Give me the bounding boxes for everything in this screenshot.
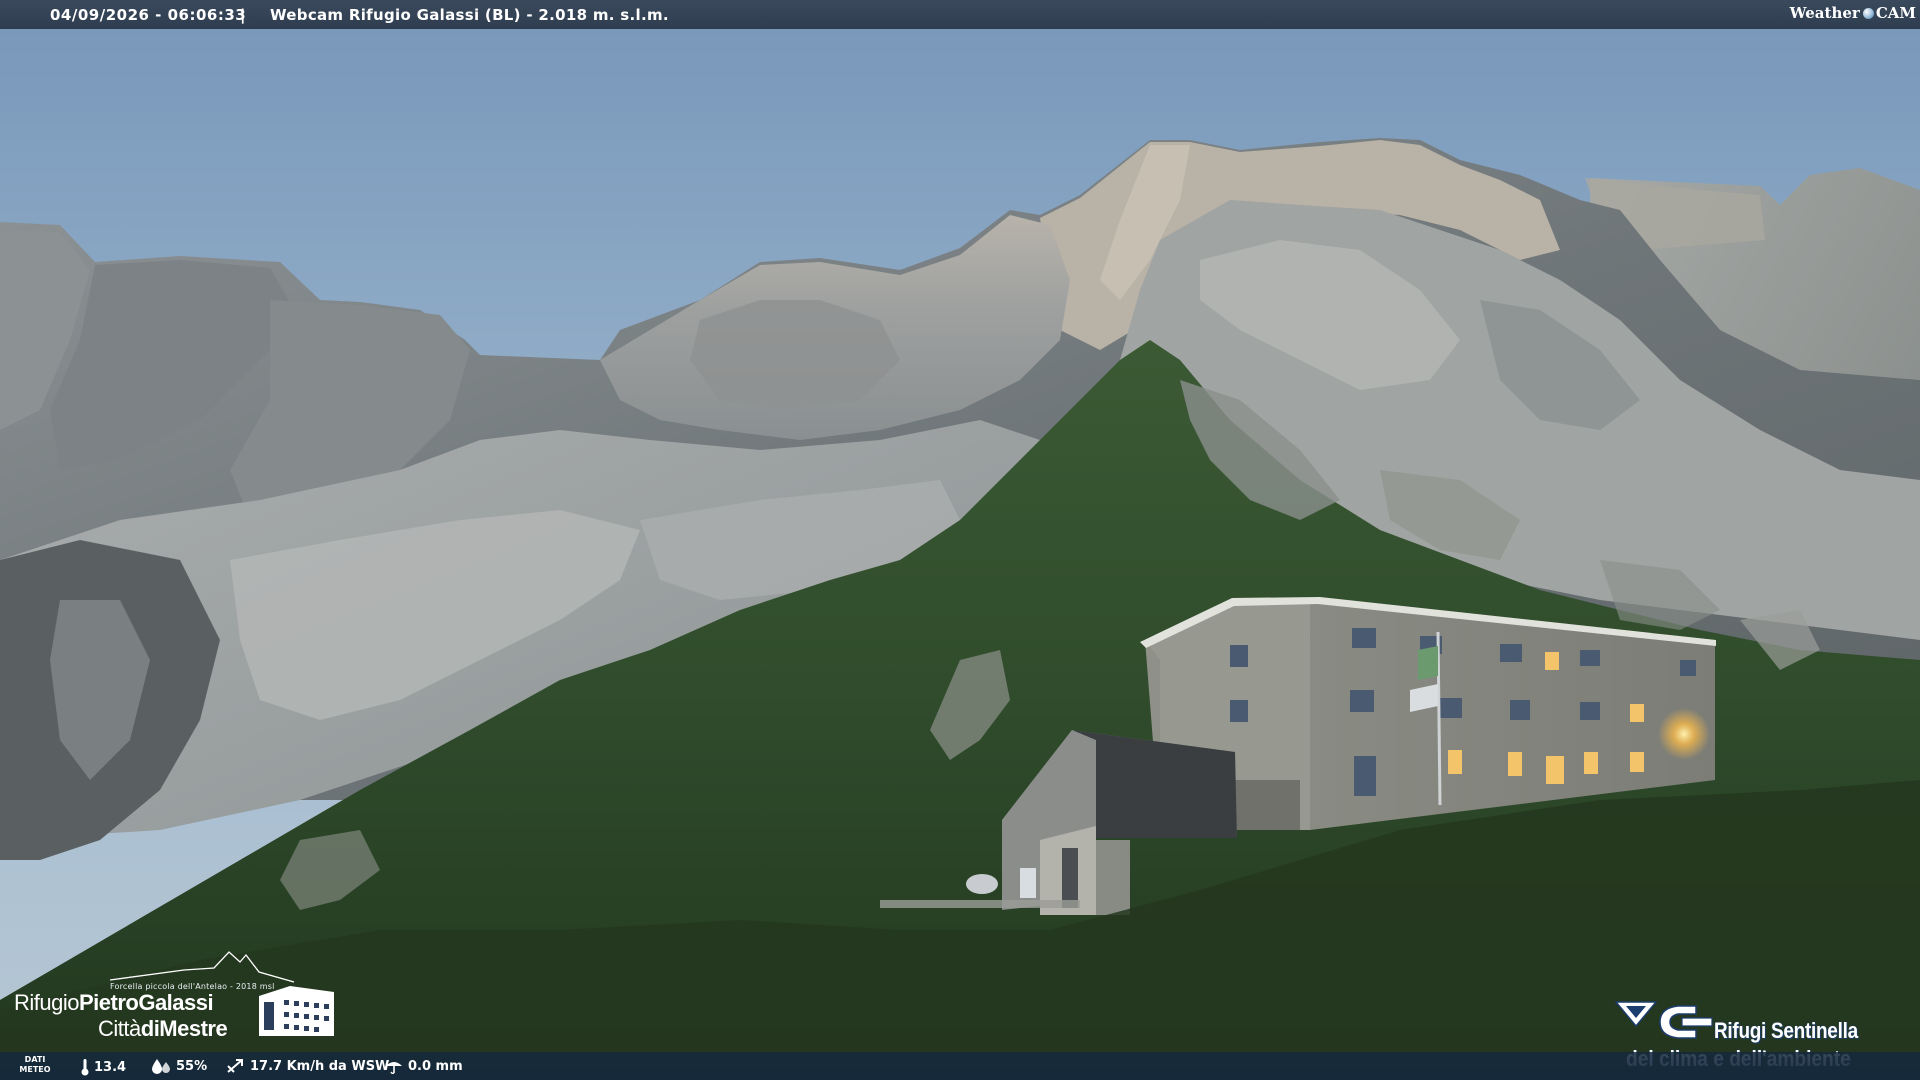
timestamp: 04/09/2026 - 06:06:33 bbox=[50, 6, 247, 24]
wind-icon bbox=[227, 1059, 243, 1073]
meteo-label: DATI METEO bbox=[19, 1055, 51, 1074]
cai-emblem-icon bbox=[1614, 1001, 1713, 1039]
thermometer-icon bbox=[81, 1059, 89, 1076]
humidity-value: 55% bbox=[176, 1058, 208, 1074]
weathercam-logo: Weather CAM bbox=[1790, 4, 1916, 22]
meteo-bar: DATI METEO 13.4 55% 17.7 Km/h da WSW 0.0… bbox=[0, 1052, 1920, 1080]
sentinella-title: Rifugi Sentinella bbox=[1714, 1018, 1858, 1043]
rain-value: 0.0 mm bbox=[408, 1058, 463, 1074]
webcam-photo bbox=[0, 0, 1920, 1080]
logo-city: CittàdiMestre bbox=[98, 1016, 228, 1041]
globe-icon bbox=[1862, 7, 1874, 19]
temperature-reading: 13.4 bbox=[80, 1058, 126, 1076]
rain-reading: 0.0 mm bbox=[384, 1058, 463, 1074]
webcam-title: Webcam Rifugio Galassi (BL) - 2.018 m. s… bbox=[270, 6, 669, 24]
temperature-value: 13.4 bbox=[94, 1059, 127, 1075]
humidity-icon bbox=[152, 1059, 170, 1074]
weathercam-brand-left: Weather bbox=[1789, 4, 1860, 22]
weathercam-brand-right: CAM bbox=[1875, 4, 1916, 22]
humidity-reading: 55% bbox=[150, 1058, 207, 1074]
building-icon bbox=[259, 986, 334, 1036]
wind-reading: 17.7 Km/h da WSW bbox=[226, 1058, 389, 1074]
logo-name: RifugioPietroGalassi bbox=[14, 990, 214, 1015]
wind-value: 17.7 Km/h da WSW bbox=[250, 1058, 390, 1074]
rain-icon bbox=[386, 1062, 402, 1074]
title-separator: | bbox=[240, 6, 246, 24]
rifugio-galassi-logo: Forcella piccola dell'Antelao - 2018 msl… bbox=[14, 930, 344, 1046]
top-info-bar: 04/09/2026 - 06:06:33 | Webcam Rifugio G… bbox=[0, 0, 1920, 29]
